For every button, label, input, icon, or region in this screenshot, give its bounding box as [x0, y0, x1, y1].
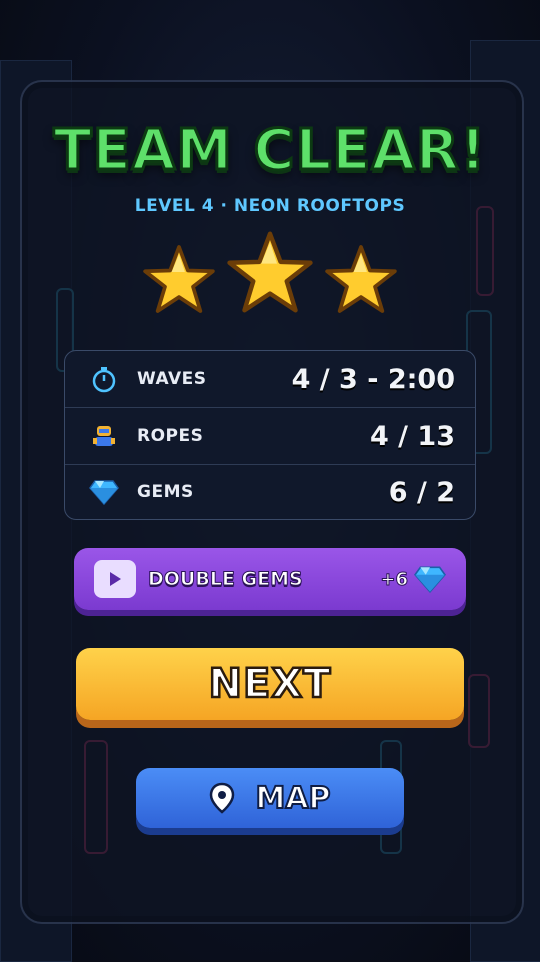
result-title: TEAM CLEAR! — [52, 117, 487, 185]
star-icon — [227, 231, 313, 313]
map-label: MAP — [254, 780, 331, 817]
double-gems-button[interactable]: DOUBLE GEMS +6 — [74, 548, 466, 610]
stat-value: 6 / 2 — [388, 476, 455, 508]
play-icon — [94, 560, 136, 598]
stat-value: 4 / 3 - 2:00 — [291, 363, 455, 395]
stat-value: 4 / 13 — [369, 420, 455, 452]
stat-row-ropes: ROPES 4 / 13 — [65, 408, 475, 464]
star-icon — [143, 245, 215, 313]
next-button[interactable]: NEXT — [76, 648, 464, 720]
star-rating — [0, 228, 540, 318]
gem-icon — [89, 477, 119, 507]
stat-label: ROPES — [137, 426, 204, 446]
stat-label: WAVES — [137, 369, 207, 389]
map-button[interactable]: MAP — [136, 768, 404, 828]
stats-table: WAVES 4 / 3 - 2:00 ROPES 4 / 13 GEMS 6 /… — [64, 350, 476, 520]
gem-reward: +6 — [380, 565, 446, 593]
star-icon — [325, 245, 397, 313]
gem-icon — [414, 566, 446, 593]
stat-row-gems: GEMS 6 / 2 — [65, 464, 475, 520]
next-label: NEXT — [207, 660, 332, 709]
reward-amount: +6 — [380, 568, 409, 590]
double-gems-label: DOUBLE GEMS — [148, 568, 304, 591]
location-pin-icon — [210, 782, 235, 814]
level-subtitle: LEVEL 4 · NEON ROOFTOPS — [134, 196, 406, 216]
robot-icon — [89, 421, 119, 451]
stat-row-waves: WAVES 4 / 3 - 2:00 — [65, 351, 475, 407]
stopwatch-icon — [89, 364, 119, 394]
stat-label: GEMS — [137, 482, 194, 502]
